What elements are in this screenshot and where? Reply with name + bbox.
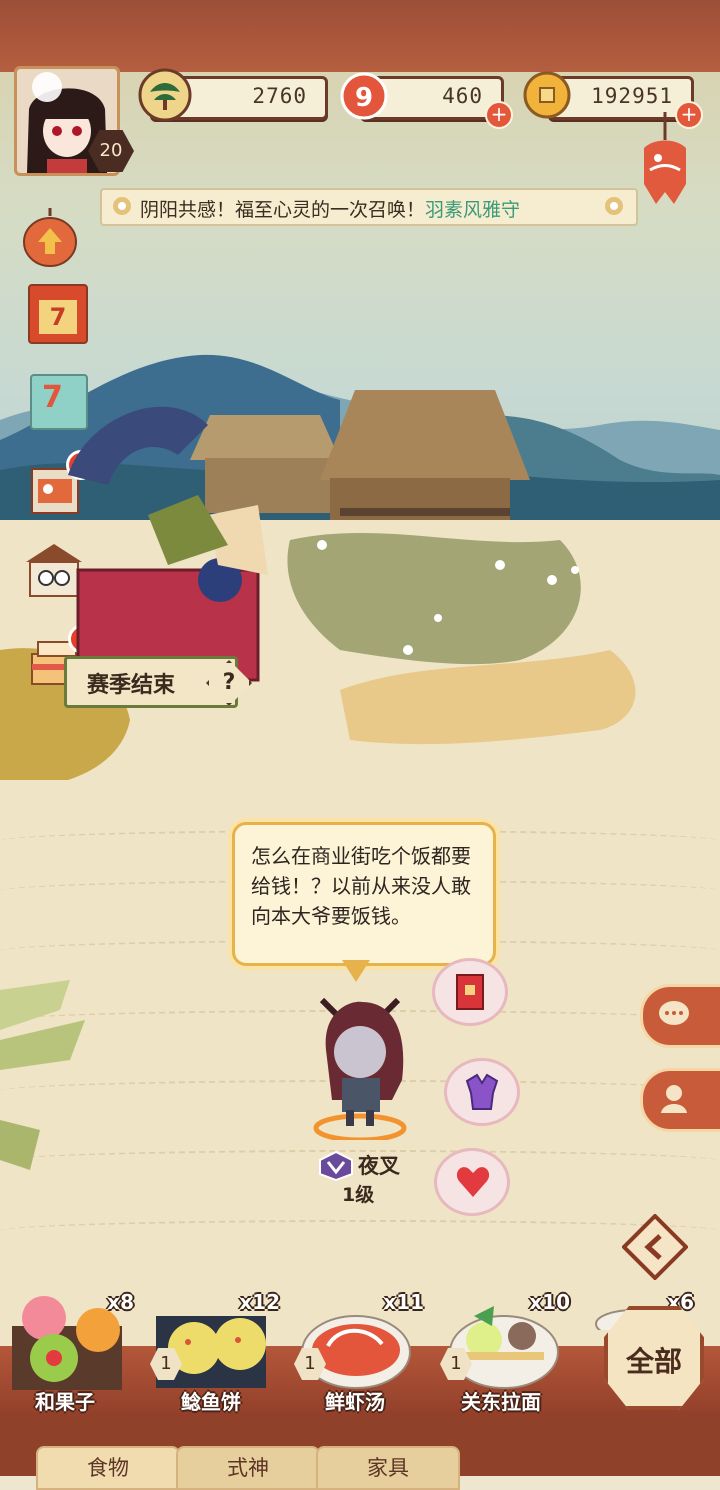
food-item[interactable]: x12 1 鲶鱼饼 [146, 1290, 286, 1444]
carp-streamer-icon[interactable] [636, 112, 694, 212]
food-count: x12 [239, 1290, 280, 1314]
tab-label: 家具 [367, 1456, 409, 1480]
coin-icon [523, 71, 571, 119]
status-dot [32, 72, 62, 102]
festival-decoration [68, 406, 268, 682]
onmyoji-icon [661, 1085, 687, 1113]
tab-label: 食物 [87, 1456, 129, 1480]
top-bar [0, 0, 720, 72]
food-item[interactable]: x8 和果子 [0, 1290, 140, 1444]
tab-food[interactable]: 食物 [36, 1446, 180, 1490]
outfit-action-button[interactable] [444, 1058, 520, 1126]
upgrade-lantern-icon[interactable] [22, 208, 78, 272]
gift-action-button[interactable] [432, 958, 508, 1026]
add-stamina-button[interactable]: + [485, 101, 513, 129]
red-envelope-icon [456, 974, 484, 1010]
calendar-icon[interactable]: 7 [28, 284, 88, 344]
flower-icon [113, 197, 131, 215]
food-count: x11 [383, 1290, 424, 1314]
news-banner[interactable]: 阴阳共感！福至心灵的一次召唤！羽素风雅守 [100, 188, 638, 226]
food-name: 关东拉面 [461, 1390, 541, 1414]
all-filter-label: 全部 [625, 1345, 682, 1378]
food-name: 和果子 [35, 1390, 95, 1414]
onmyoji-button[interactable] [640, 1068, 720, 1132]
yasha-character[interactable] [312, 990, 412, 1140]
svg-text:9: 9 [355, 83, 373, 113]
chat-button[interactable] [640, 984, 720, 1048]
food-item[interactable]: x11 1 鲜虾汤 [290, 1290, 430, 1444]
dialogue-text: 怎么在商业街吃个饭都要给钱！？以前从来没人敢向本大爷要饭钱。 [251, 844, 471, 928]
pine-value: 2760 [252, 84, 307, 108]
coins-value: 192951 [591, 84, 673, 108]
stamina-value: 460 [442, 84, 483, 108]
rarity-icon [319, 1150, 353, 1182]
calendar-day: 7 [39, 300, 77, 334]
tab-shikigami[interactable]: 式神 [176, 1446, 320, 1490]
flower-icon [605, 197, 623, 215]
news-highlight: 羽素风雅守 [425, 199, 521, 221]
collapse-icon[interactable] [622, 1214, 688, 1280]
chat-icon [659, 1001, 689, 1025]
heart-icon [456, 1167, 490, 1197]
fish-icon: 9 [340, 72, 388, 120]
palm-leaves [0, 980, 85, 1170]
pine-icon [138, 68, 192, 122]
food-item[interactable]: x10 1 关东拉面 [436, 1290, 576, 1444]
kimono-icon [465, 1073, 499, 1110]
food-name: 鲶鱼饼 [181, 1390, 241, 1414]
affection-action-button[interactable] [434, 1148, 510, 1216]
character-name: 夜叉 [358, 1154, 400, 1178]
all-filter-button[interactable]: 全部 [604, 1306, 704, 1410]
food-name: 鲜虾汤 [325, 1390, 385, 1414]
season-label: 赛季结束 [87, 673, 176, 698]
tab-furniture[interactable]: 家具 [316, 1446, 460, 1490]
news-text: 阴阳共感！福至心灵的一次召唤！羽素风雅守 [140, 199, 521, 221]
food-count: x8 [107, 1290, 134, 1314]
food-count: x10 [529, 1290, 570, 1314]
bubble-tail [342, 960, 370, 982]
character-level: 1级 [342, 1184, 375, 1206]
dialogue-bubble: 怎么在商业街吃个饭都要给钱！？以前从来没人敢向本大爷要饭钱。 [232, 822, 496, 966]
tab-label: 式神 [227, 1456, 269, 1480]
